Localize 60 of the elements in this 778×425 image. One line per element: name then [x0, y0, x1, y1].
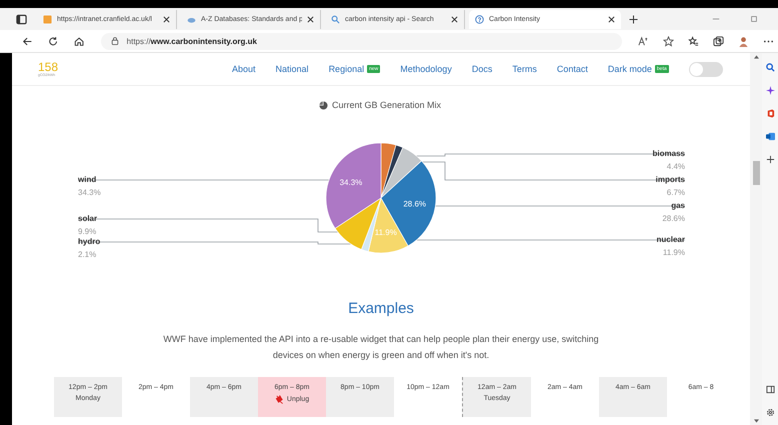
- close-icon[interactable]: [608, 16, 615, 22]
- close-icon[interactable]: [451, 16, 458, 22]
- legend-value: 28.6%: [662, 213, 685, 225]
- nav-link[interactable]: National: [276, 64, 309, 74]
- help-icon: [475, 14, 484, 24]
- slice-label: 34.3%: [340, 178, 362, 187]
- nav-link[interactable]: Docs: [472, 64, 492, 74]
- dark-mode-toggle[interactable]: [688, 62, 723, 76]
- scrollbar-thumb[interactable]: [752, 161, 760, 185]
- chart-title: Current GB Generation Mix: [332, 100, 442, 110]
- slice-label: 28.6%: [403, 199, 426, 208]
- nav-link[interactable]: Contact: [556, 64, 588, 74]
- scroll-down-icon[interactable]: [754, 419, 758, 423]
- legend-value: 4.4%: [666, 161, 685, 173]
- nav-link[interactable]: Regional: [328, 64, 364, 74]
- search-icon[interactable]: [766, 63, 774, 72]
- legend-value: 11.9%: [662, 247, 685, 259]
- nav-link[interactable]: Terms: [512, 64, 537, 74]
- url-text: https://www.carbonintensity.org.uk: [126, 36, 257, 46]
- plug-icon: [274, 395, 284, 404]
- star-icon[interactable]: [663, 36, 674, 46]
- legend-value: 2.1%: [78, 249, 96, 261]
- new-tab-icon[interactable]: [629, 14, 638, 24]
- search-icon: [331, 14, 340, 24]
- refresh-icon[interactable]: [48, 36, 58, 46]
- collections-icon[interactable]: [713, 36, 724, 46]
- intensity-value: 158: [38, 61, 58, 73]
- close-icon[interactable]: [163, 16, 170, 22]
- legend-value: 34.3%: [78, 187, 101, 199]
- favorites-icon[interactable]: [688, 36, 699, 46]
- lock-icon: [110, 37, 119, 45]
- tab-actions-icon[interactable]: [16, 14, 27, 24]
- read-aloud-icon[interactable]: [638, 36, 649, 46]
- sidebar-toggle-icon[interactable]: [766, 385, 774, 394]
- legend-label: biomass: [652, 148, 685, 160]
- add-icon[interactable]: [766, 155, 774, 164]
- legend-value: 6.7%: [666, 187, 685, 199]
- description-text: WWF have implemented the API into a re-usable widget that can help people plan their energy use, switching devices on when energy is green and off when it's not.: [162, 333, 600, 362]
- legend-label: wind: [78, 174, 96, 186]
- address-bar[interactable]: https://www.carbonintensity.org.uk: [100, 32, 622, 50]
- section-heading: Examples: [347, 300, 415, 317]
- legend-label: solar: [78, 213, 98, 225]
- legend-label: hydro: [78, 236, 100, 248]
- sparkle-icon[interactable]: [766, 86, 774, 95]
- nav-link[interactable]: About: [232, 64, 256, 74]
- slice-label: 11.9%: [374, 228, 397, 237]
- pie-chart-icon: [318, 100, 328, 110]
- settings-icon[interactable]: [766, 408, 774, 417]
- legend-label: imports: [656, 174, 685, 186]
- home-icon[interactable]: [74, 36, 85, 46]
- back-icon[interactable]: [22, 36, 32, 46]
- avatar-icon[interactable]: [738, 36, 749, 46]
- scroll-up-icon[interactable]: [754, 55, 758, 59]
- close-icon[interactable]: [307, 16, 314, 22]
- legend-label: nuclear: [656, 234, 685, 246]
- legend-value: 9.9%: [78, 226, 96, 238]
- legend-label: gas: [671, 200, 685, 212]
- nav-link[interactable]: Dark mode: [608, 64, 652, 74]
- nav-link[interactable]: Methodology: [400, 64, 452, 74]
- restore-icon[interactable]: [750, 15, 758, 23]
